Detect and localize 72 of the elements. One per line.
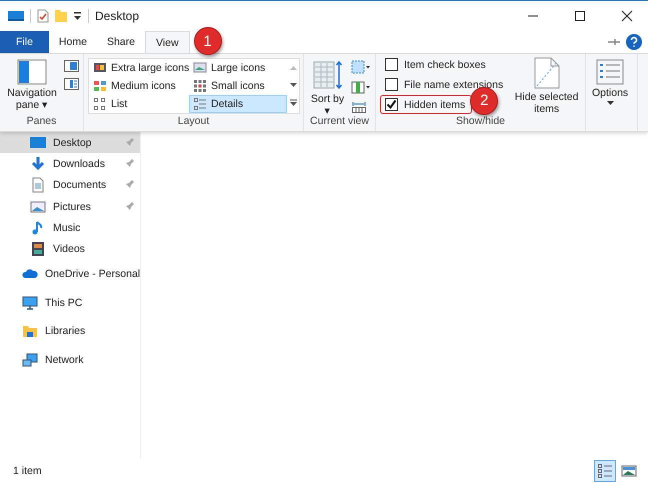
ribbon-tab[interactable]: View <box>144 31 190 53</box>
checkbox[interactable] <box>385 78 398 91</box>
view-icon <box>193 79 207 93</box>
navigation-item[interactable]: Pictures <box>0 196 140 218</box>
group-by-icon <box>351 60 371 74</box>
scroll-down-icon <box>288 82 298 88</box>
desktop-icon <box>30 134 46 151</box>
folder-icon <box>55 9 67 23</box>
group-label: Layout <box>176 114 210 129</box>
download-icon <box>30 156 46 172</box>
help-icon <box>626 34 642 50</box>
navigation-item[interactable]: Videos <box>0 238 140 260</box>
computer-icon <box>8 10 24 22</box>
view-icon <box>193 61 207 75</box>
maximize-icon <box>574 10 586 22</box>
page-icon <box>534 57 560 89</box>
checkbox[interactable] <box>385 98 398 111</box>
monitor-icon <box>22 294 38 311</box>
layout-option[interactable]: Large icons <box>189 59 287 77</box>
view-icon <box>93 79 107 93</box>
folder-icon <box>22 323 38 340</box>
scroll-up-icon <box>288 64 298 71</box>
window-title: Desktop <box>95 9 140 23</box>
properties-icon <box>37 9 49 23</box>
item-count: 1 item <box>13 465 42 477</box>
navigation-item[interactable]: Documents <box>0 174 140 196</box>
navigation-item[interactable]: This PC <box>0 288 140 317</box>
ribbon-tab[interactable]: Share <box>96 31 145 53</box>
navigation-item[interactable]: Network <box>0 345 140 374</box>
layout-option[interactable]: Details <box>189 95 287 113</box>
layout-option[interactable]: Extra large icons <box>89 59 189 77</box>
preview-pane-icon <box>64 60 79 72</box>
navigation-item[interactable]: Desktop <box>0 132 140 154</box>
view-icon <box>193 97 207 111</box>
view-icon <box>93 61 107 75</box>
layout-option[interactable]: Medium icons <box>89 77 189 95</box>
group-label: Current view <box>309 114 370 129</box>
checkbox-label: Item check boxes <box>404 58 486 70</box>
add-columns-icon <box>351 80 371 94</box>
file-menu-button[interactable]: File <box>0 31 49 53</box>
layout-option[interactable]: List <box>89 95 189 113</box>
caret-icon <box>606 101 614 106</box>
layout-option[interactable]: Small icons <box>189 77 287 95</box>
navigation-item[interactable]: Music <box>0 217 140 238</box>
group-label: Show/hide <box>454 114 506 129</box>
options-icon <box>596 59 624 85</box>
dropdown-icon <box>73 11 82 21</box>
navigation-item[interactable]: OneDrive - Personal <box>0 260 140 288</box>
callout-badge: 1 <box>194 27 222 55</box>
pane-layout-icon <box>17 59 47 85</box>
checkbox[interactable] <box>385 58 398 71</box>
group-label: Panes <box>26 114 58 129</box>
options-button[interactable]: Options <box>590 57 630 108</box>
ribbon-tab[interactable]: Home <box>48 31 97 53</box>
document-icon <box>30 177 46 194</box>
view-icon <box>93 97 107 111</box>
pin-icon <box>608 38 620 46</box>
details-pane-icon <box>64 78 79 90</box>
details-list-icon <box>597 463 613 479</box>
details-view-button[interactable] <box>594 460 616 482</box>
sort-icon <box>312 59 344 91</box>
picture-icon <box>30 198 46 215</box>
navigation-pane-button[interactable]: Navigation pane ▾ <box>4 57 60 113</box>
checkbox-label: Hidden items <box>404 98 466 110</box>
expand-icon <box>288 99 298 108</box>
picture-icon <box>621 463 637 479</box>
navigation-item[interactable]: Downloads <box>0 153 140 175</box>
hide-selected-items-button[interactable]: Hide selected items <box>512 57 581 117</box>
film-icon <box>30 241 46 258</box>
network-icon <box>22 352 38 368</box>
close-icon <box>621 10 633 22</box>
navigation-item[interactable]: Libraries <box>0 316 140 346</box>
